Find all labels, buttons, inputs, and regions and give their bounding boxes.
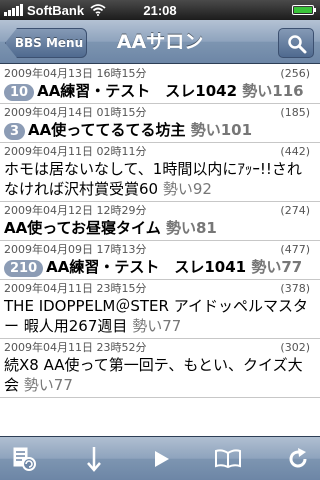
status-bar: SoftBank 21:08	[0, 0, 320, 20]
thread-list: 2009年04月13日 16時15分 (256) 10 AA練習・テスト スレ104…	[0, 65, 320, 416]
search-button[interactable]	[278, 28, 314, 58]
battery-icon	[292, 5, 316, 15]
thread-row[interactable]: 2009年04月09日 17時13分 (477) 210 AA練習・テスト スレ10…	[0, 241, 320, 280]
thread-count: (378)	[280, 282, 310, 295]
thread-ikioi: 勢い92	[162, 180, 212, 198]
thread-title: AA使っててるてる坊主	[28, 121, 186, 139]
thread-count: (256)	[280, 67, 310, 80]
back-button[interactable]: BBS Menu	[5, 28, 87, 58]
thread-row[interactable]: 2009年04月12日 12時29分 (274) AA使ってお昼寝タイム 勢い81	[0, 202, 320, 241]
thread-row[interactable]: 2009年04月11日 02時11分 (442) ホモは居ないなして、1時間以内に…	[0, 143, 320, 202]
thread-ikioi: 勢い77	[132, 317, 182, 335]
thread-title: ホモは居ないなして、1時間以内にｱｯｰ!!されなければ沢村賞受賞60	[4, 160, 302, 198]
thread-date: 2009年04月14日 01時15分	[4, 106, 147, 119]
thread-date: 2009年04月12日 12時29分	[4, 204, 147, 217]
navigation-bar: BBS Menu AAサロン	[0, 20, 320, 64]
page-title: AAサロン	[116, 31, 204, 53]
play-icon	[155, 451, 169, 467]
thread-date: 2009年04月11日 23時15分	[4, 282, 147, 295]
play-button[interactable]	[145, 443, 177, 475]
new-count-badge: 3	[4, 123, 26, 140]
bookmarks-button[interactable]	[212, 443, 244, 475]
thread-date: 2009年04月09日 17時13分	[4, 243, 147, 256]
thread-count: (185)	[280, 106, 310, 119]
thread-title: AA使ってお昼寝タイム	[4, 219, 161, 237]
thread-ikioi: 勢い77	[251, 258, 303, 276]
thread-count: (442)	[280, 145, 310, 158]
thread-ikioi: 勢い81	[165, 219, 217, 237]
arrow-down-icon	[87, 447, 101, 472]
thread-ikioi: 勢い77	[23, 376, 73, 394]
thread-date: 2009年04月11日 23時52分	[4, 341, 147, 354]
thread-row[interactable]: 2009年04月11日 23時15分 (378) THE IDOPPELM＠STE…	[0, 280, 320, 339]
thread-count: (477)	[280, 243, 310, 256]
history-icon	[13, 447, 36, 471]
book-icon	[215, 449, 241, 469]
thread-date: 2009年04月11日 02時11分	[4, 145, 147, 158]
thread-title: AA練習・テスト スレ1041	[46, 258, 247, 276]
refresh-icon	[289, 448, 307, 468]
thread-row[interactable]: 2009年04月13日 16時15分 (256) 10 AA練習・テスト スレ104…	[0, 65, 320, 104]
thread-count: (302)	[280, 341, 310, 354]
thread-ikioi: 勢い116	[242, 82, 304, 100]
new-count-badge: 10	[4, 84, 35, 101]
search-icon	[288, 35, 307, 54]
status-time: 21:08	[143, 2, 177, 18]
history-button[interactable]	[8, 443, 40, 475]
new-count-badge: 210	[4, 260, 44, 277]
thread-row[interactable]: 2009年04月11日 23時52分 (302) 続X8 AA使って第一回テ、もと…	[0, 339, 320, 398]
refresh-button[interactable]	[282, 443, 314, 475]
thread-ikioi: 勢い101	[190, 121, 253, 139]
thread-row[interactable]: 2009年04月14日 01時15分 (185) 3 AA使っててるてる坊主 勢い1…	[0, 104, 320, 143]
bottom-toolbar	[0, 436, 320, 480]
thread-date: 2009年04月13日 16時15分	[4, 67, 147, 80]
scroll-down-button[interactable]	[78, 443, 110, 475]
thread-title: AA練習・テスト スレ1042	[37, 82, 238, 100]
thread-count: (274)	[280, 204, 310, 217]
